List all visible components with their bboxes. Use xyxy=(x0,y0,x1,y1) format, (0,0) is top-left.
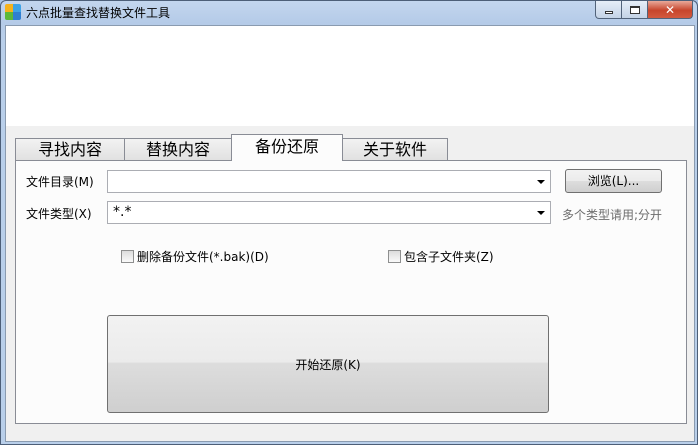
tab-find[interactable]: 寻找内容 xyxy=(15,138,125,161)
include-subfolders-label: 包含子文件夹(Z) xyxy=(404,250,494,264)
type-dropdown-arrow-icon[interactable] xyxy=(535,207,547,219)
backup-restore-panel: 文件目录(M) 浏览(L)... 文件类型(X) *.* 多个类型请用;分开 删… xyxy=(15,160,687,424)
type-label: 文件类型(X) xyxy=(26,207,92,221)
app-window: 六点批量查找替换文件工具 ✕ 寻找内容 替换内容 备份还原 关于软件 文件目录(… xyxy=(0,0,698,445)
banner-area xyxy=(6,26,694,126)
dir-combobox[interactable] xyxy=(107,170,551,193)
delete-backup-label: 删除备份文件(*.bak)(D) xyxy=(137,250,269,264)
type-combobox[interactable]: *.* xyxy=(107,201,551,224)
delete-backup-option[interactable]: 删除备份文件(*.bak)(D) xyxy=(121,248,269,265)
start-restore-button[interactable]: 开始还原(K) xyxy=(107,315,549,413)
client-area: 寻找内容 替换内容 备份还原 关于软件 文件目录(M) 浏览(L)... 文件类… xyxy=(5,25,695,442)
minimize-icon xyxy=(604,11,613,14)
delete-backup-checkbox[interactable] xyxy=(121,250,134,263)
type-hint: 多个类型请用;分开 xyxy=(562,208,663,222)
start-restore-label: 开始还原(K) xyxy=(295,357,361,372)
browse-button[interactable]: 浏览(L)... xyxy=(565,169,662,193)
type-value: *.* xyxy=(113,204,132,220)
maximize-button[interactable] xyxy=(622,1,648,19)
dir-dropdown-arrow-icon[interactable] xyxy=(535,176,547,188)
include-subfolders-checkbox[interactable] xyxy=(388,250,401,263)
dir-label: 文件目录(M) xyxy=(26,175,94,189)
app-grid-icon xyxy=(5,4,21,20)
title-bar[interactable]: 六点批量查找替换文件工具 ✕ xyxy=(1,1,697,25)
tab-replace[interactable]: 替换内容 xyxy=(124,138,232,161)
maximize-icon xyxy=(629,5,640,14)
window-controls: ✕ xyxy=(595,1,693,19)
window-title: 六点批量查找替换文件工具 xyxy=(26,6,171,20)
tab-about[interactable]: 关于软件 xyxy=(342,138,448,161)
include-subfolders-option[interactable]: 包含子文件夹(Z) xyxy=(388,248,494,265)
close-icon: ✕ xyxy=(664,2,676,17)
minimize-button[interactable] xyxy=(595,1,622,19)
close-button[interactable]: ✕ xyxy=(648,1,693,19)
tab-backup-restore[interactable]: 备份还原 xyxy=(231,134,343,161)
